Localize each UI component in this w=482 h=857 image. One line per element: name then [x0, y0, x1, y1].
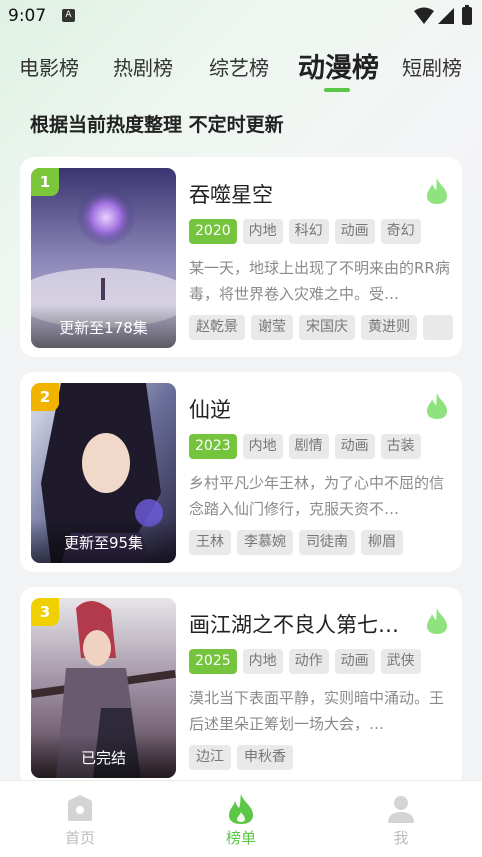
status-bar: 9:07 A — [0, 0, 482, 34]
tab-variety[interactable]: 综艺榜 — [209, 52, 269, 81]
poster-image[interactable]: 2 更新至95集 — [31, 383, 176, 563]
rank-badge: 1 — [31, 168, 59, 196]
battery-icon — [462, 5, 472, 25]
genre-tag: 古装 — [380, 434, 421, 459]
genre-tag: 动画 — [334, 434, 375, 459]
flame-icon — [229, 794, 253, 824]
poster-image[interactable]: 3 已完结 — [31, 598, 176, 778]
update-status: 更新至95集 — [31, 519, 176, 563]
year-tag: 2020 — [189, 219, 237, 244]
cast-list: 王林 李慕婉 司徒南 柳眉 — [189, 530, 403, 555]
tab-movies[interactable]: 电影榜 — [19, 52, 79, 81]
flame-icon — [427, 393, 447, 419]
tab-tv-series[interactable]: 热剧榜 — [113, 52, 173, 81]
genre-tag: 内地 — [242, 434, 283, 459]
nav-home[interactable]: 首页 — [20, 781, 140, 857]
poster-image[interactable]: 1 更新至178集 — [31, 168, 176, 348]
genre-tag: 剧情 — [288, 434, 329, 459]
flame-icon — [427, 178, 447, 204]
status-time: 9:07 — [8, 6, 47, 26]
tag-list: 2023 内地 剧情 动画 古装 — [189, 434, 421, 459]
tag-list: 2020 内地 科幻 动画 奇幻 — [189, 219, 421, 244]
show-title[interactable]: 画江湖之不良人第七… — [189, 609, 409, 639]
year-tag: 2023 — [189, 434, 237, 459]
cast-tag: 谢莹 — [251, 315, 293, 340]
genre-tag: 武侠 — [380, 649, 421, 674]
flame-icon — [427, 608, 447, 634]
genre-tag: 内地 — [242, 649, 283, 674]
cast-tag: 边江 — [189, 745, 231, 770]
show-description: 漠北当下表面平静，实则暗中涌动。王后述里朵正筹划一场大会，… — [189, 689, 445, 733]
cast-tag: 宋国庆 — [299, 315, 355, 340]
bottom-navigation: 首页 榜单 我 — [0, 780, 482, 857]
genre-tag: 内地 — [242, 219, 283, 244]
cast-tag: 黄进则 — [361, 315, 417, 340]
genre-tag: 动画 — [334, 219, 375, 244]
update-status: 更新至178集 — [31, 304, 176, 348]
cast-list: 边江 申秋香 — [189, 745, 293, 770]
genre-tag: 动作 — [288, 649, 329, 674]
genre-tag: 科幻 — [288, 219, 329, 244]
genre-tag: 动画 — [334, 649, 375, 674]
nav-profile-label: 我 — [393, 829, 409, 847]
genre-tag: 奇幻 — [380, 219, 421, 244]
update-status: 已完结 — [31, 734, 176, 778]
ranking-card[interactable]: 3 已完结 画江湖之不良人第七… 2025 内地 动作 动画 武侠 漠北当下表面… — [20, 587, 462, 787]
nav-ranking[interactable]: 榜单 — [181, 781, 301, 857]
tab-short-drama[interactable]: 短剧榜 — [402, 52, 462, 81]
cast-list: 赵乾景 谢莹 宋国庆 黄进则 — [189, 315, 453, 340]
rank-badge: 3 — [31, 598, 59, 626]
category-tabs: 电影榜 热剧榜 综艺榜 动漫榜 短剧榜 — [0, 44, 482, 94]
notification-icon: A — [62, 9, 75, 22]
tag-list: 2025 内地 动作 动画 武侠 — [189, 649, 421, 674]
show-description: 某一天，地球上出现了不明来由的RR病毒，将世界卷入灾难之中。受… — [189, 259, 450, 303]
cast-tag: 申秋香 — [237, 745, 293, 770]
user-icon — [388, 796, 414, 823]
rank-badge: 2 — [31, 383, 59, 411]
cast-tag: 赵乾景 — [189, 315, 245, 340]
tab-active-indicator — [324, 88, 350, 92]
home-icon — [68, 795, 92, 821]
nav-home-label: 首页 — [64, 829, 95, 847]
wifi-icon — [414, 7, 434, 24]
show-title[interactable]: 仙逆 — [189, 394, 409, 424]
nav-profile[interactable]: 我 — [341, 781, 461, 857]
year-tag: 2025 — [189, 649, 237, 674]
cast-tag: 李慕婉 — [237, 530, 293, 555]
show-description: 乡村平凡少年王林，为了心中不屈的信念踏入仙门修行，克服天资不… — [189, 474, 445, 518]
cast-tag: 司徒南 — [299, 530, 355, 555]
ranking-card[interactable]: 2 更新至95集 仙逆 2023 内地 剧情 动画 古装 乡村平凡少年王林，为了… — [20, 372, 462, 572]
cast-tag: 柳眉 — [361, 530, 403, 555]
cast-tag: 王林 — [189, 530, 231, 555]
signal-icon — [438, 8, 454, 24]
cast-tag — [423, 315, 453, 340]
show-title[interactable]: 吞噬星空 — [189, 179, 409, 209]
nav-ranking-label: 榜单 — [225, 829, 256, 847]
page-subtitle: 根据当前热度整理 不定时更新 — [30, 114, 284, 136]
ranking-card[interactable]: 1 更新至178集 吞噬星空 2020 内地 科幻 动画 奇幻 某一天，地球上出… — [20, 157, 462, 357]
tab-anime[interactable]: 动漫榜 — [298, 46, 379, 85]
